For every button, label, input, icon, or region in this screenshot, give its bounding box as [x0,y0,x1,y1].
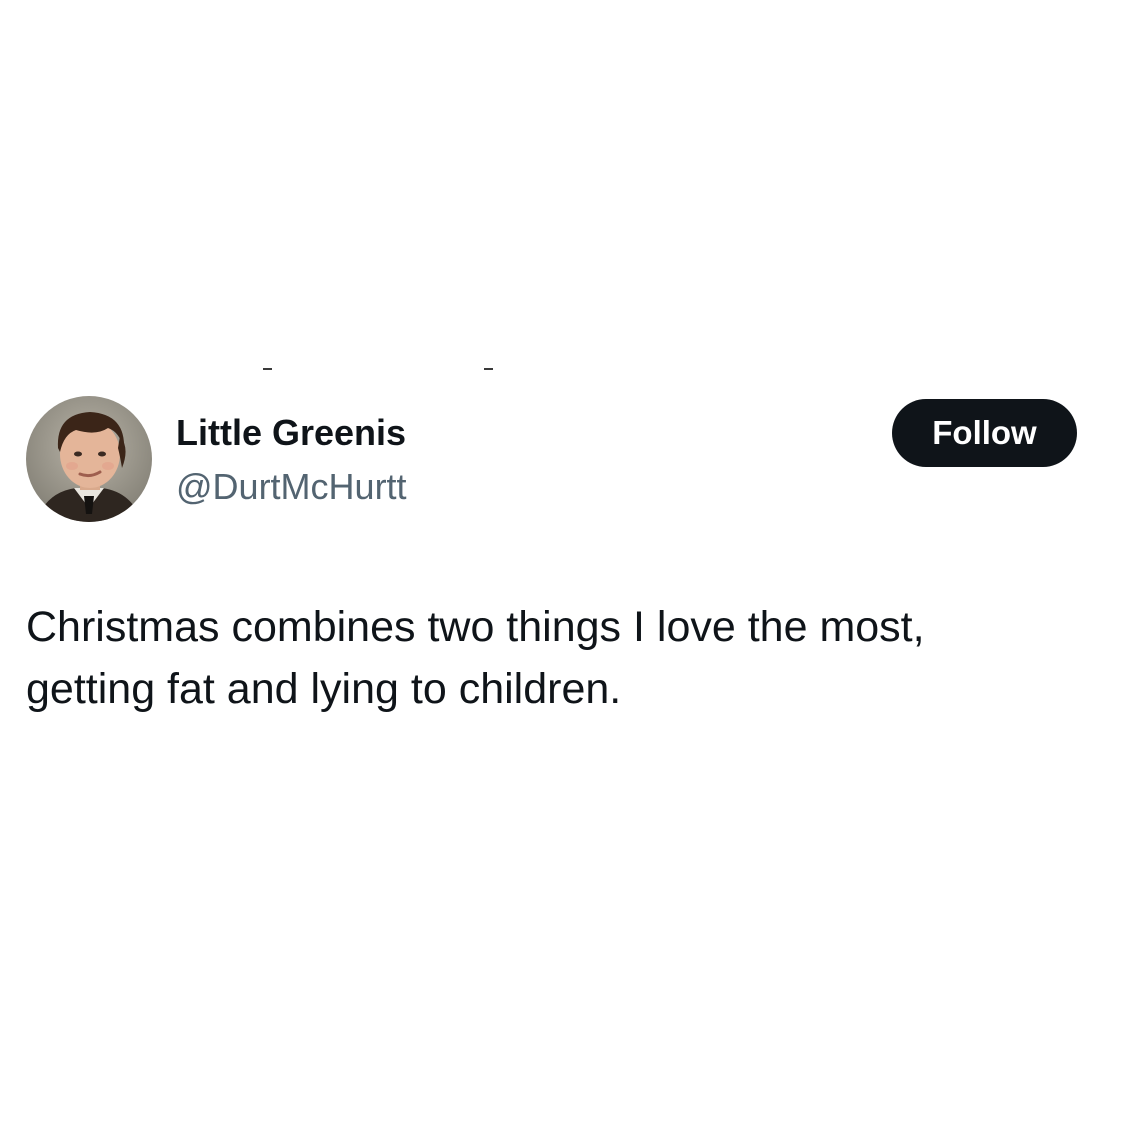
author-info: Little Greenis @DurtMcHurtt [176,409,407,513]
user-handle[interactable]: @DurtMcHurtt [176,461,407,513]
tweet-text-line: Christmas combines two things I love the… [26,603,925,651]
tweet-text: Christmas combines two things I love the… [26,596,1096,720]
display-name[interactable]: Little Greenis [176,409,407,457]
profile-photo-icon [26,396,152,522]
tweet-card: Little Greenis @DurtMcHurtt Follow Chris… [0,0,1125,1125]
follow-button[interactable]: Follow [892,399,1077,467]
tweet-text-line: getting fat and lying to children. [26,665,622,713]
avatar[interactable] [26,396,152,522]
